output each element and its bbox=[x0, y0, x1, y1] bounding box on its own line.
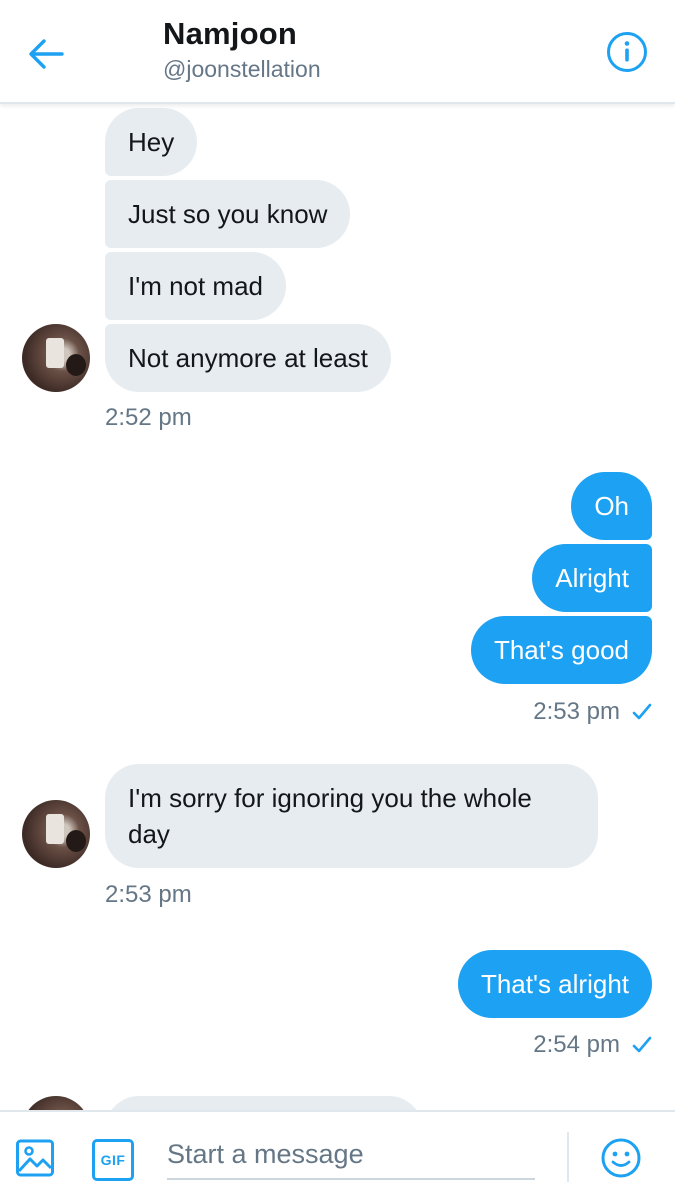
message-bubble-outgoing[interactable]: That's good bbox=[470, 616, 652, 684]
smiley-icon bbox=[601, 1138, 641, 1178]
message-input[interactable] bbox=[167, 1130, 535, 1180]
message-bubble-incoming-partial[interactable] bbox=[105, 1096, 423, 1110]
avatar[interactable] bbox=[22, 324, 90, 392]
info-icon bbox=[607, 32, 647, 72]
message-bubble-incoming[interactable]: Not anymore at least bbox=[105, 324, 391, 392]
message-list[interactable]: Hey Just so you know I'm not mad Not any… bbox=[0, 106, 675, 1110]
info-button[interactable] bbox=[605, 30, 649, 74]
message-timestamp: 2:54 pm bbox=[533, 1031, 620, 1058]
avatar[interactable] bbox=[22, 800, 90, 868]
add-photo-button[interactable] bbox=[15, 1138, 55, 1178]
emoji-button[interactable] bbox=[600, 1137, 642, 1179]
message-bubble-incoming[interactable]: I'm sorry for ignoring you the whole day bbox=[105, 764, 598, 868]
sent-check-icon bbox=[632, 700, 652, 728]
composer-divider bbox=[567, 1132, 569, 1182]
conversation-title-block[interactable]: Namjoon @joonstellation bbox=[163, 16, 321, 83]
message-bubble-outgoing[interactable]: That's alright bbox=[457, 950, 652, 1018]
conversation-header: Namjoon @joonstellation bbox=[0, 0, 675, 104]
message-bubble-incoming[interactable]: I'm not mad bbox=[105, 252, 287, 320]
sent-check-icon bbox=[632, 1033, 652, 1061]
conversation-handle: @joonstellation bbox=[163, 56, 321, 82]
conversation-name: Namjoon bbox=[163, 16, 298, 51]
image-icon bbox=[16, 1139, 54, 1177]
gif-label: GIF bbox=[100, 1152, 126, 1168]
back-button[interactable] bbox=[22, 30, 70, 78]
message-bubble-outgoing[interactable]: Alright bbox=[532, 544, 652, 612]
message-status: 2:53 pm bbox=[533, 698, 652, 728]
message-status: 2:54 pm bbox=[533, 1031, 652, 1061]
message-timestamp: 2:53 pm bbox=[533, 698, 620, 725]
message-bubble-incoming[interactable]: Just so you know bbox=[105, 180, 351, 248]
avatar[interactable] bbox=[22, 1096, 90, 1110]
gif-button[interactable]: GIF bbox=[92, 1139, 134, 1181]
back-arrow-icon bbox=[29, 39, 64, 69]
message-bubble-outgoing[interactable]: Oh bbox=[571, 472, 652, 540]
message-bubble-incoming[interactable]: Hey bbox=[105, 108, 198, 176]
message-timestamp: 2:52 pm bbox=[105, 404, 192, 431]
message-composer: GIF bbox=[0, 1110, 675, 1200]
message-timestamp: 2:53 pm bbox=[105, 881, 192, 908]
